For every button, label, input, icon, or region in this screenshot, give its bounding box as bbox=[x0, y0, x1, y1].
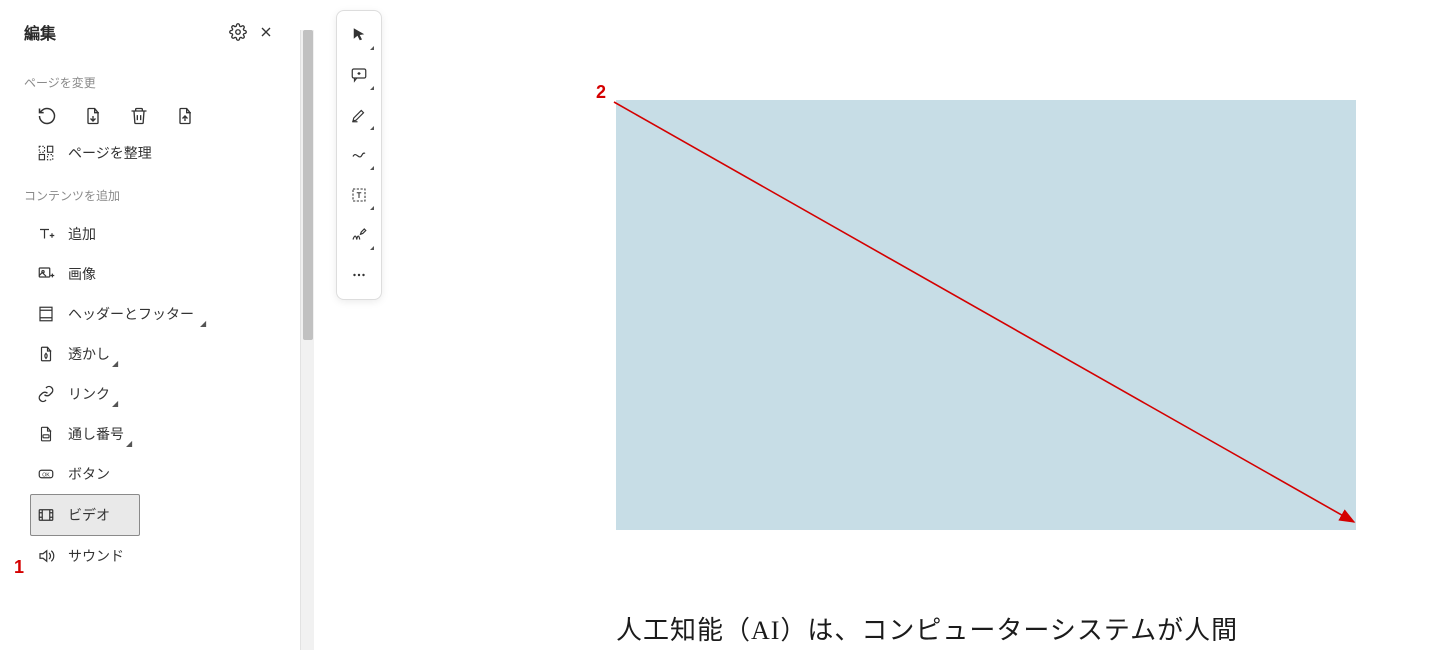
section-add-content: コンテンツを追加 bbox=[0, 173, 300, 214]
comment-tool[interactable] bbox=[341, 57, 377, 93]
link-item[interactable]: リンク ◢ bbox=[0, 374, 300, 414]
text-select-icon bbox=[350, 186, 368, 204]
video-item[interactable]: ビデオ bbox=[30, 494, 140, 536]
header-footer-label: ヘッダーとフッター bbox=[68, 304, 194, 324]
serial-number-label: 通し番号 bbox=[68, 424, 124, 444]
organize-pages-label: ページを整理 bbox=[68, 143, 152, 163]
rotate-icon bbox=[37, 106, 57, 126]
sidebar-title: 編集 bbox=[24, 20, 224, 44]
close-icon bbox=[258, 24, 274, 40]
document-canvas[interactable]: 人工知能（AI）は、コンピューターシステムが人間 bbox=[398, 0, 1456, 654]
chevron-down-icon: ◢ bbox=[126, 439, 132, 448]
draw-tool[interactable] bbox=[341, 137, 377, 173]
rotate-page-button[interactable] bbox=[36, 105, 58, 127]
annotation-marker-2: 2 bbox=[596, 82, 606, 103]
add-image-label: 画像 bbox=[68, 264, 96, 284]
cursor-icon bbox=[350, 26, 368, 44]
chevron-down-icon: ◢ bbox=[200, 319, 206, 328]
button-label: ボタン bbox=[68, 464, 110, 484]
more-tools[interactable] bbox=[341, 257, 377, 293]
video-label: ビデオ bbox=[68, 505, 110, 525]
sidebar-header: 編集 bbox=[0, 18, 300, 60]
watermark-item[interactable]: 透かし ◢ bbox=[0, 334, 300, 374]
watermark-icon bbox=[37, 345, 55, 363]
add-image-item[interactable]: 画像 bbox=[0, 254, 300, 294]
add-text-item[interactable]: 追加 bbox=[0, 214, 300, 254]
sidebar-panel: 編集 ページを変更 ページを整理 コンテンツを追加 追加 画像 bbox=[0, 0, 300, 654]
sound-icon bbox=[37, 547, 55, 565]
text-add-icon bbox=[37, 225, 55, 243]
page-insert-icon bbox=[175, 106, 195, 126]
add-text-label: 追加 bbox=[68, 224, 96, 244]
header-footer-item[interactable]: ヘッダーとフッター ◢ bbox=[0, 294, 300, 334]
text-select-tool[interactable] bbox=[341, 177, 377, 213]
highlight-tool[interactable] bbox=[341, 97, 377, 133]
delete-page-button[interactable] bbox=[128, 105, 150, 127]
vertical-tool-strip bbox=[336, 10, 382, 300]
settings-button[interactable] bbox=[224, 18, 252, 46]
button-icon: OK bbox=[37, 465, 55, 483]
link-icon bbox=[37, 385, 55, 403]
sound-item[interactable]: サウンド bbox=[0, 536, 300, 576]
scrollbar-thumb[interactable] bbox=[303, 30, 313, 340]
chevron-down-icon: ◢ bbox=[112, 359, 118, 368]
image-icon bbox=[37, 265, 55, 283]
ellipsis-icon bbox=[350, 266, 368, 284]
page-extract-icon bbox=[83, 106, 103, 126]
organize-icon bbox=[37, 144, 55, 162]
video-placeholder-region[interactable] bbox=[616, 100, 1356, 530]
chevron-down-icon: ◢ bbox=[112, 399, 118, 408]
sidebar-scrollbar[interactable] bbox=[300, 30, 314, 650]
draw-icon bbox=[350, 146, 368, 164]
sound-label: サウンド bbox=[68, 546, 124, 566]
select-tool[interactable] bbox=[341, 17, 377, 53]
page-tools-row bbox=[0, 101, 300, 133]
header-footer-icon bbox=[37, 305, 55, 323]
extract-page-button[interactable] bbox=[82, 105, 104, 127]
organize-pages-item[interactable]: ページを整理 bbox=[0, 133, 300, 173]
sign-tool[interactable] bbox=[341, 217, 377, 253]
watermark-label: 透かし bbox=[68, 344, 110, 364]
signature-icon bbox=[350, 226, 368, 244]
highlighter-icon bbox=[350, 106, 368, 124]
insert-page-button[interactable] bbox=[174, 105, 196, 127]
section-change-page: ページを変更 bbox=[0, 60, 300, 101]
svg-text:OK: OK bbox=[42, 472, 50, 478]
close-button[interactable] bbox=[252, 18, 280, 46]
serial-number-icon bbox=[37, 425, 55, 443]
trash-icon bbox=[129, 106, 149, 126]
button-item[interactable]: OK ボタン bbox=[0, 454, 300, 494]
document-body-text: 人工知能（AI）は、コンピューターシステムが人間 bbox=[616, 610, 1238, 647]
comment-icon bbox=[350, 66, 368, 84]
link-label: リンク bbox=[68, 384, 110, 404]
serial-number-item[interactable]: 通し番号 ◢ bbox=[0, 414, 300, 454]
video-icon bbox=[37, 506, 55, 524]
gear-icon bbox=[229, 23, 247, 41]
annotation-marker-1: 1 bbox=[14, 557, 24, 578]
